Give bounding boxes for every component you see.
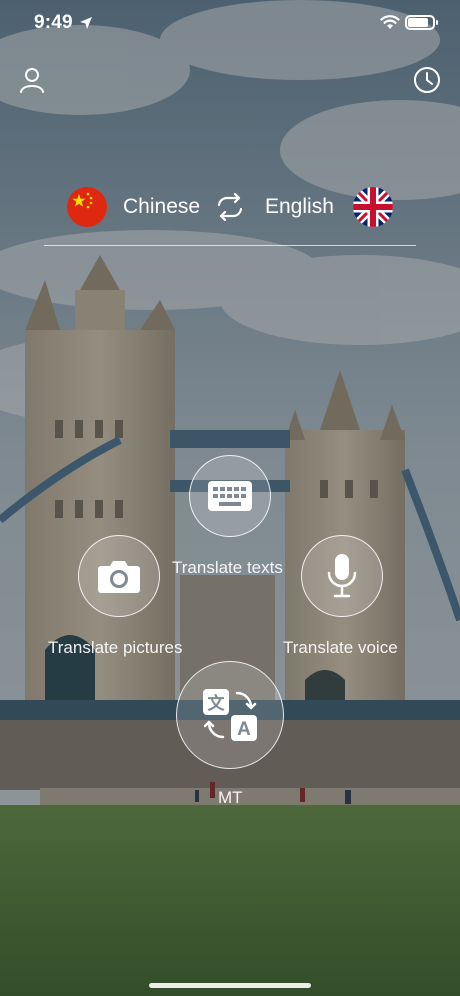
uk-flag-icon[interactable] <box>353 187 393 227</box>
target-language[interactable]: English <box>265 195 334 219</box>
profile-button[interactable] <box>17 65 47 95</box>
location-arrow-icon <box>80 17 92 29</box>
camera-icon <box>98 561 140 593</box>
battery-fill <box>408 18 428 27</box>
home-indicator[interactable] <box>149 983 311 988</box>
status-bar: 9:49 <box>0 0 460 50</box>
svg-text:A: A <box>237 719 251 740</box>
language-selector: Chinese English <box>44 185 416 229</box>
machine-translation-button[interactable]: 文 A <box>176 661 284 769</box>
translate-icon: 文 A <box>203 689 257 741</box>
person-icon <box>20 68 44 93</box>
status-time: 9:49 <box>34 12 73 33</box>
translate-pictures-label: Translate pictures <box>48 638 183 657</box>
wifi-icon <box>380 15 400 29</box>
translate-pictures-button[interactable] <box>78 535 160 617</box>
translate-voice-label: Translate voice <box>283 638 398 657</box>
language-divider <box>44 245 416 246</box>
keyboard-icon <box>208 481 252 511</box>
battery-icon <box>405 15 438 30</box>
translate-texts-label: Translate texts <box>172 558 283 577</box>
microphone-icon <box>327 554 357 598</box>
svg-text:文: 文 <box>208 693 226 714</box>
swap-arrows-icon[interactable] <box>214 193 246 221</box>
source-language[interactable]: Chinese <box>123 195 200 219</box>
translate-texts-button[interactable] <box>189 455 271 537</box>
machine-translation-label: MT <box>218 788 243 807</box>
history-button[interactable] <box>412 65 442 95</box>
china-flag-icon[interactable] <box>67 187 107 227</box>
clock-history-icon <box>414 67 440 93</box>
translate-voice-button[interactable] <box>301 535 383 617</box>
